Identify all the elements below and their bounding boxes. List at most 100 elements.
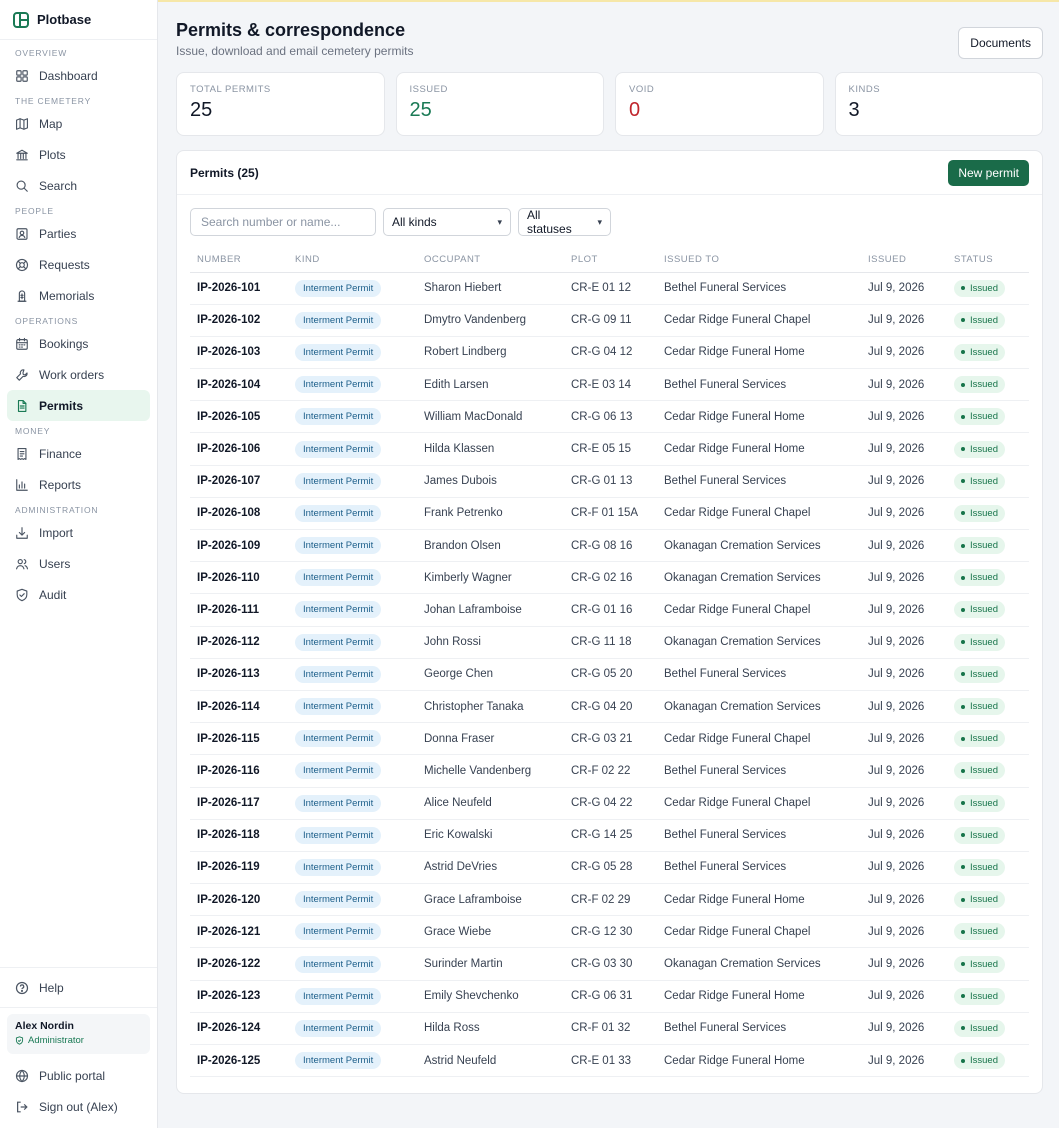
permit-number[interactable]: IP-2026-124 [190, 1012, 288, 1046]
shield-check-icon [15, 1036, 24, 1045]
page-title: Permits & correspondence [176, 20, 406, 40]
permit-number[interactable]: IP-2026-110 [190, 561, 288, 595]
table-row[interactable]: IP-2026-108 Interment Permit Frank Petre… [190, 497, 1029, 531]
permit-number[interactable]: IP-2026-106 [190, 432, 288, 466]
column-header-number[interactable]: NUMBER [190, 247, 288, 273]
permit-number[interactable]: IP-2026-102 [190, 304, 288, 337]
permit-number[interactable]: IP-2026-103 [190, 336, 288, 370]
permit-number[interactable]: IP-2026-104 [190, 368, 288, 402]
table-row[interactable]: IP-2026-114 Interment Permit Christopher… [190, 690, 1029, 724]
permit-number[interactable]: IP-2026-114 [190, 690, 288, 724]
table-row[interactable]: IP-2026-125 Interment Permit Astrid Neuf… [190, 1044, 1029, 1078]
column-header-occupant[interactable]: OCCUPANT [417, 247, 564, 273]
sidebar-item-map[interactable]: Map [7, 108, 150, 139]
permit-number[interactable]: IP-2026-122 [190, 947, 288, 981]
permit-number[interactable]: IP-2026-115 [190, 722, 288, 756]
column-header-issued[interactable]: ISSUED [861, 247, 947, 273]
sign-out-link[interactable]: Sign out (Alex) [7, 1091, 150, 1122]
status-filter-select[interactable]: All statuses ▾ [518, 208, 611, 236]
permit-number[interactable]: IP-2026-117 [190, 787, 288, 820]
sidebar-item-memorials[interactable]: Memorials [7, 280, 150, 311]
permit-number[interactable]: IP-2026-101 [190, 272, 288, 305]
permit-number[interactable]: IP-2026-108 [190, 497, 288, 531]
table-row[interactable]: IP-2026-106 Interment Permit Hilda Klass… [190, 432, 1029, 466]
permit-number[interactable]: IP-2026-112 [190, 626, 288, 659]
table-row[interactable]: IP-2026-116 Interment Permit Michelle Va… [190, 754, 1029, 788]
sidebar-item-finance[interactable]: Finance [7, 438, 150, 469]
table-row[interactable]: IP-2026-105 Interment Permit William Mac… [190, 400, 1029, 434]
new-permit-button[interactable]: New permit [948, 159, 1029, 186]
table-row[interactable]: IP-2026-101 Interment Permit Sharon Hieb… [190, 272, 1029, 305]
permit-number[interactable]: IP-2026-113 [190, 658, 288, 691]
table-row[interactable]: IP-2026-118 Interment Permit Eric Kowals… [190, 819, 1029, 852]
sidebar-item-search[interactable]: Search [7, 170, 150, 201]
user-card: Alex Nordin Administrator [7, 1014, 150, 1054]
permit-number[interactable]: IP-2026-107 [190, 465, 288, 498]
table-row[interactable]: IP-2026-122 Interment Permit Surinder Ma… [190, 947, 1029, 981]
sidebar-item-requests[interactable]: Requests [7, 249, 150, 280]
permit-number[interactable]: IP-2026-121 [190, 915, 288, 949]
table-header-row: NUMBER KIND OCCUPANT PLOT ISSUED TO ISSUED STA… [190, 247, 1029, 273]
kind-badge: Interment Permit [295, 955, 382, 973]
permit-number[interactable]: IP-2026-119 [190, 851, 288, 885]
status-badge: Issued [954, 601, 1005, 619]
sidebar-item-bookings[interactable]: Bookings [7, 328, 150, 359]
table-row[interactable]: IP-2026-119 Interment Permit Astrid DeVr… [190, 851, 1029, 885]
sidebar-item-work-orders[interactable]: Work orders [7, 359, 150, 390]
chevron-down-icon: ▾ [497, 216, 502, 227]
table-row[interactable]: IP-2026-117 Interment Permit Alice Neufe… [190, 787, 1029, 820]
table-row[interactable]: IP-2026-124 Interment Permit Hilda Ross … [190, 1012, 1029, 1046]
permits-card-title: Permits (25) [190, 165, 259, 180]
permits-card: Permits (25) New permit All kinds ▾ All … [176, 150, 1043, 1094]
permit-number[interactable]: IP-2026-109 [190, 529, 288, 563]
sidebar-item-import[interactable]: Import [7, 517, 150, 548]
brand[interactable]: Plotbase [0, 0, 157, 40]
table-row[interactable]: IP-2026-111 Interment Permit Johan Lafra… [190, 593, 1029, 627]
plot-cell: CR-E 05 15 [564, 432, 657, 466]
sidebar-item-users[interactable]: Users [7, 548, 150, 579]
help-link[interactable]: Help [7, 972, 150, 1003]
status-dot-icon [961, 447, 965, 452]
permit-number[interactable]: IP-2026-116 [190, 754, 288, 788]
permit-number[interactable]: IP-2026-125 [190, 1044, 288, 1078]
status-label: Issued [970, 282, 998, 294]
sidebar-item-dashboard[interactable]: Dashboard [7, 60, 150, 91]
sidebar-item-audit[interactable]: Audit [7, 579, 150, 610]
status-badge: Issued [954, 1019, 1005, 1037]
table-row[interactable]: IP-2026-103 Interment Permit Robert Lind… [190, 336, 1029, 370]
column-header-status[interactable]: STATUS [947, 247, 1029, 273]
kind-filter-select[interactable]: All kinds ▾ [383, 208, 511, 236]
sidebar-item-plots[interactable]: Plots [7, 139, 150, 170]
permit-number[interactable]: IP-2026-123 [190, 980, 288, 1013]
sidebar-item-parties[interactable]: Parties [7, 218, 150, 249]
table-row[interactable]: IP-2026-121 Interment Permit Grace Wiebe… [190, 915, 1029, 949]
table-row[interactable]: IP-2026-120 Interment Permit Grace Lafra… [190, 883, 1029, 917]
documents-button[interactable]: Documents [958, 27, 1043, 59]
column-header-issued-to[interactable]: ISSUED TO [657, 247, 861, 273]
permit-number[interactable]: IP-2026-105 [190, 400, 288, 434]
table-row[interactable]: IP-2026-123 Interment Permit Emily Shevc… [190, 980, 1029, 1013]
table-row[interactable]: IP-2026-112 Interment Permit John Rossi … [190, 626, 1029, 659]
table-row[interactable]: IP-2026-115 Interment Permit Donna Frase… [190, 722, 1029, 756]
chevron-down-icon: ▾ [597, 216, 602, 227]
sidebar-item-reports[interactable]: Reports [7, 469, 150, 500]
table-row[interactable]: IP-2026-110 Interment Permit Kimberly Wa… [190, 561, 1029, 595]
search-input[interactable] [190, 208, 376, 236]
column-header-kind[interactable]: KIND [288, 247, 417, 273]
status-badge: Issued [954, 504, 1005, 522]
table-row[interactable]: IP-2026-107 Interment Permit James Duboi… [190, 465, 1029, 498]
permit-number[interactable]: IP-2026-111 [190, 593, 288, 627]
table-row[interactable]: IP-2026-109 Interment Permit Brandon Ols… [190, 529, 1029, 563]
permit-number[interactable]: IP-2026-120 [190, 883, 288, 917]
status-label: Issued [970, 475, 998, 487]
sidebar-item-permits[interactable]: Permits [7, 390, 150, 421]
occupant-cell: Astrid DeVries [417, 851, 564, 885]
table-row[interactable]: IP-2026-102 Interment Permit Dmytro Vand… [190, 304, 1029, 337]
table-row[interactable]: IP-2026-104 Interment Permit Edith Larse… [190, 368, 1029, 402]
permit-number[interactable]: IP-2026-118 [190, 819, 288, 852]
status-cell: Issued [947, 787, 1029, 820]
table-row[interactable]: IP-2026-113 Interment Permit George Chen… [190, 658, 1029, 691]
column-header-plot[interactable]: PLOT [564, 247, 657, 273]
plot-cell: CR-G 04 20 [564, 690, 657, 724]
public-portal-link[interactable]: Public portal [7, 1060, 150, 1091]
